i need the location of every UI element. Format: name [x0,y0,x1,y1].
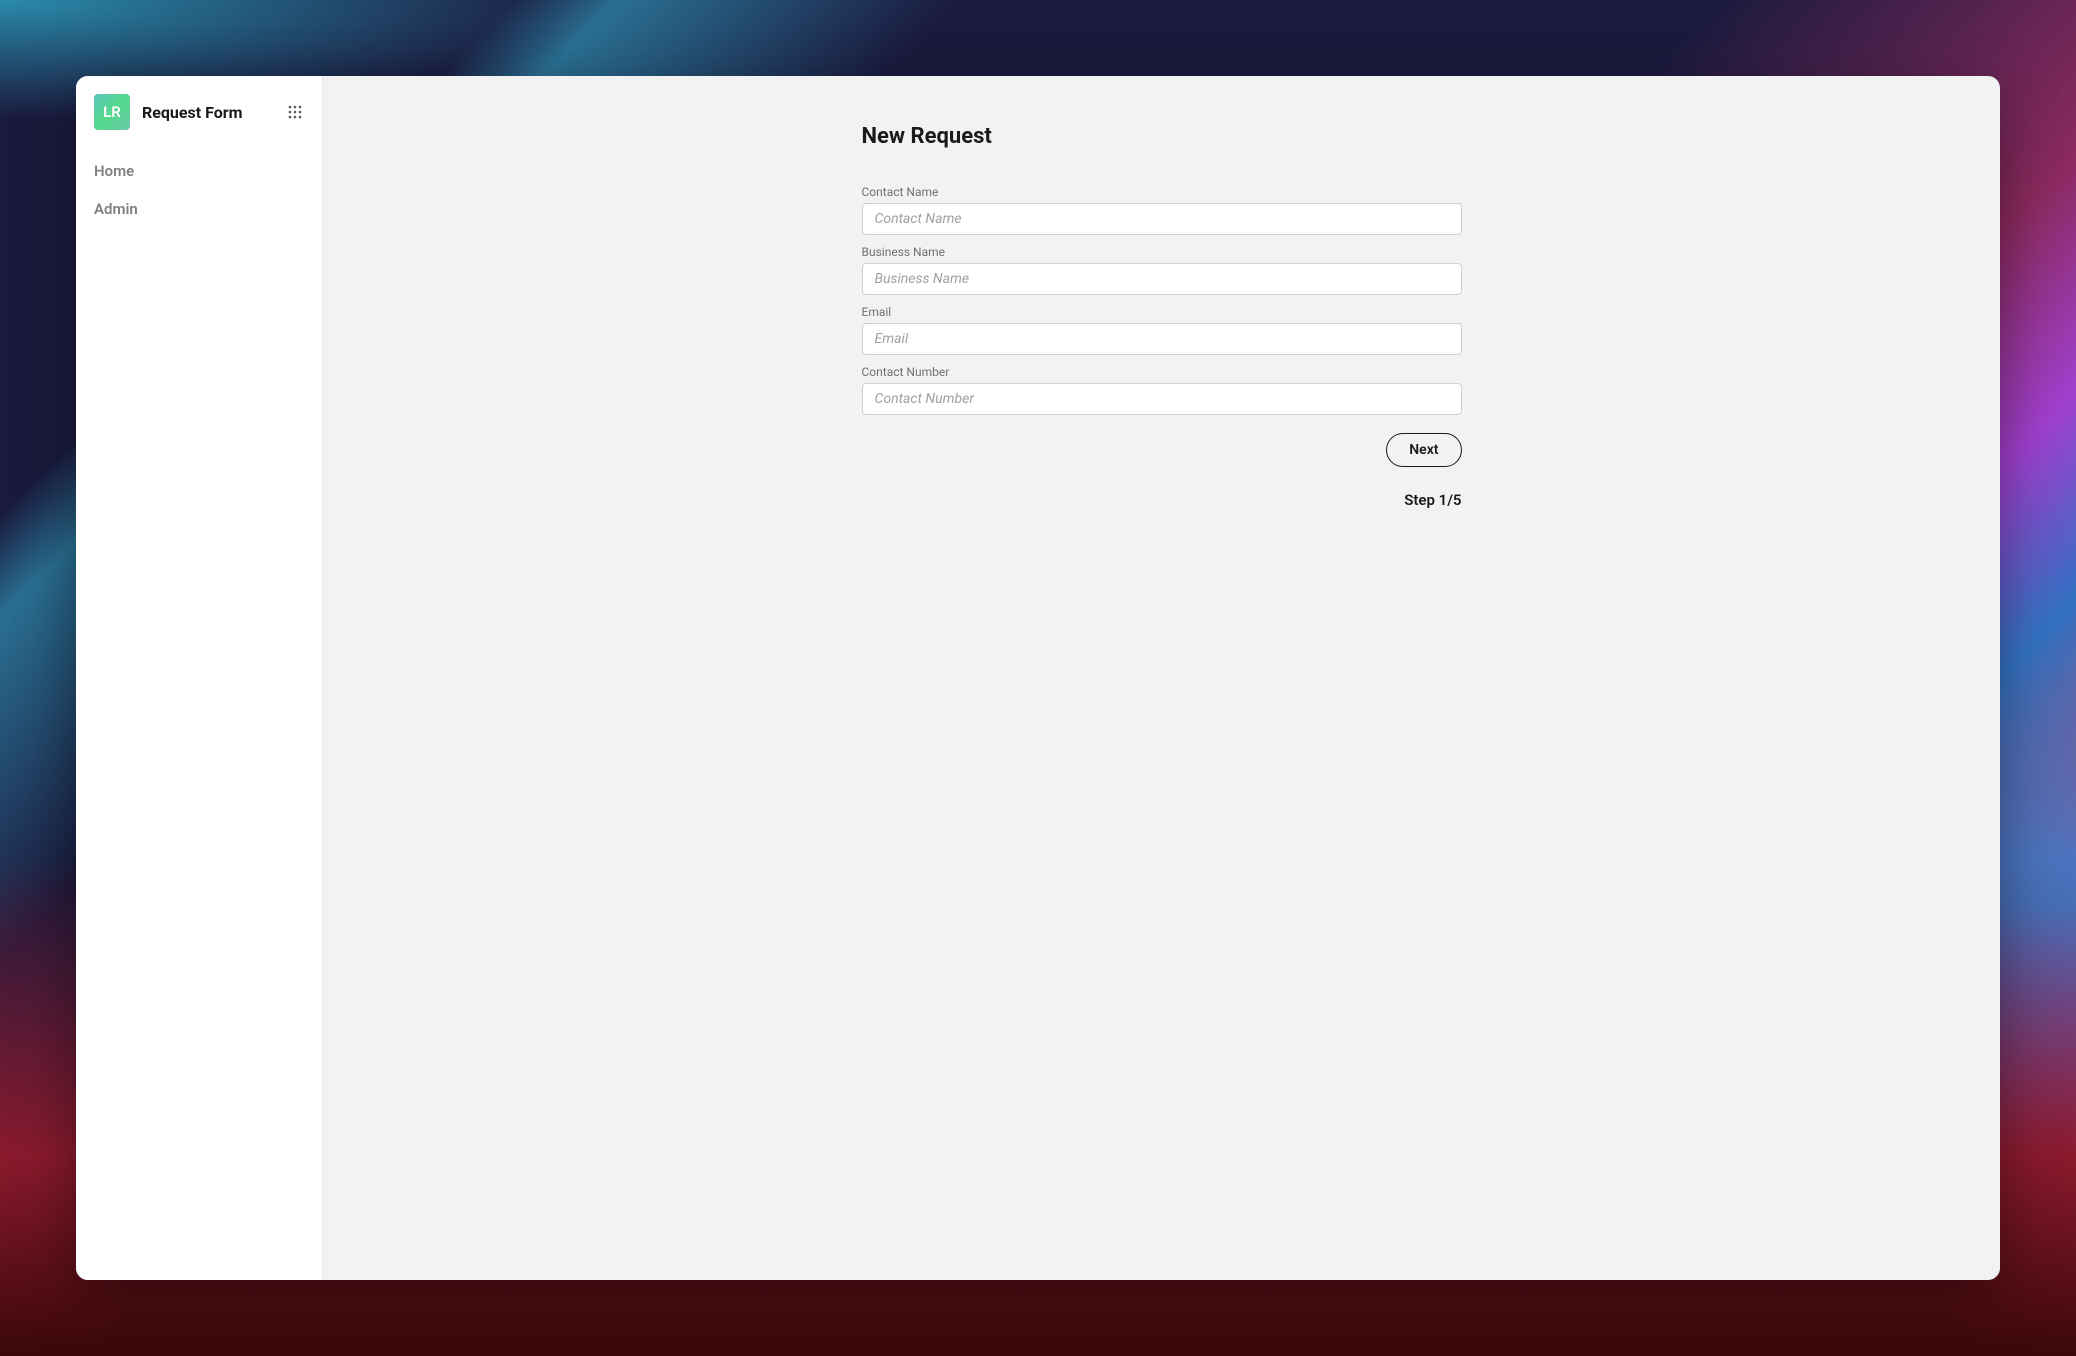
app-menu-grid-icon[interactable] [286,103,304,121]
main-content: New Request Contact Name Business Name E… [323,76,2000,1280]
sidebar-item-home[interactable]: Home [76,152,322,190]
input-contact-name[interactable] [862,203,1462,235]
input-email[interactable] [862,323,1462,355]
app-logo-text: LR [103,103,121,121]
app-logo: LR [94,94,130,130]
form-field-email: Email [862,305,1462,355]
app-window: LR Request Form Home Admin [76,76,2000,1280]
label-contact-number: Contact Number [862,365,1462,379]
label-business-name: Business Name [862,245,1462,259]
sidebar: LR Request Form Home Admin [76,76,323,1280]
label-contact-name: Contact Name [862,185,1462,199]
sidebar-header: LR Request Form [76,94,322,152]
sidebar-nav: Home Admin [76,152,322,228]
input-contact-number[interactable] [862,383,1462,415]
form-field-contact-number: Contact Number [862,365,1462,415]
form-container: New Request Contact Name Business Name E… [862,124,1462,509]
step-indicator: Step 1/5 [862,491,1462,509]
form-field-contact-name: Contact Name [862,185,1462,235]
form-field-business-name: Business Name [862,245,1462,295]
next-button[interactable]: Next [1386,433,1461,467]
page-title: New Request [862,124,1462,149]
sidebar-item-admin[interactable]: Admin [76,190,322,228]
app-title: Request Form [142,103,274,122]
label-email: Email [862,305,1462,319]
form-actions: Next [862,433,1462,467]
input-business-name[interactable] [862,263,1462,295]
